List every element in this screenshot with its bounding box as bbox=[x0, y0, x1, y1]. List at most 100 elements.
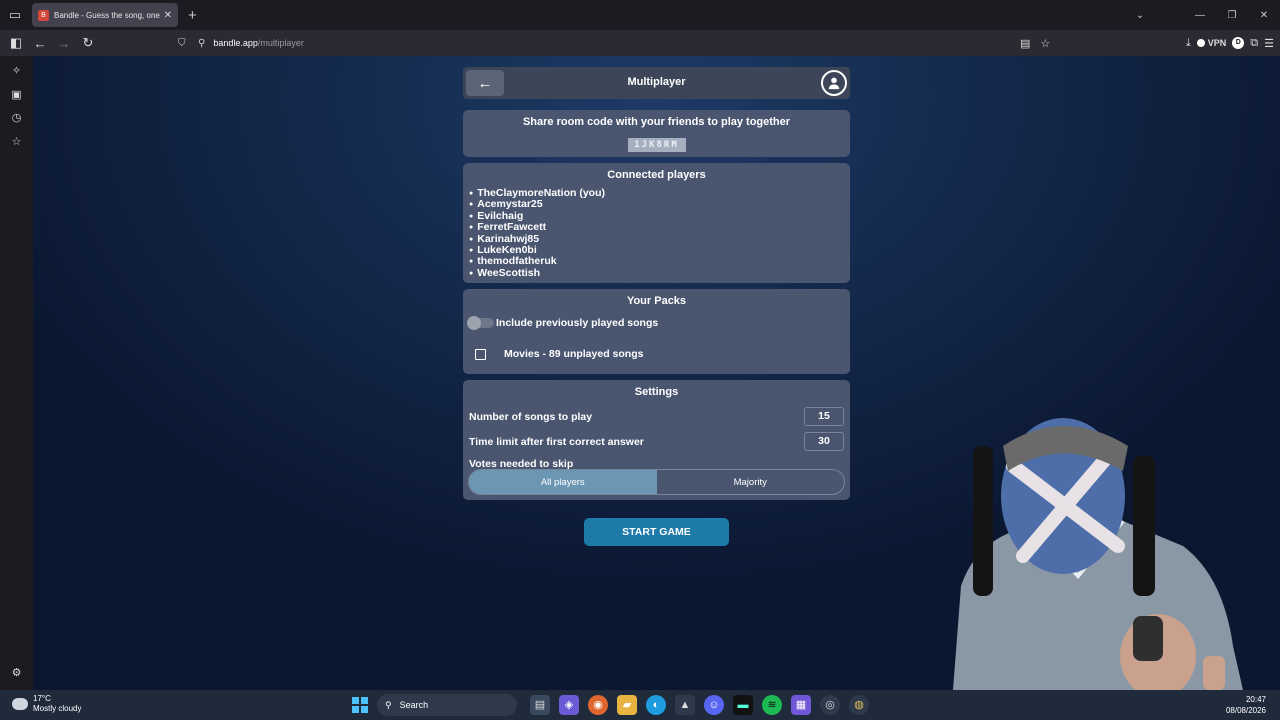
restore-icon[interactable]: ❐ bbox=[1216, 10, 1248, 21]
taskbar: 17°C Mostly cloudy ⚲ Search ▤ ◈ ◉ ▰ ◐ ▲ … bbox=[0, 690, 1280, 720]
terminal-icon[interactable]: ▬ bbox=[733, 695, 753, 715]
obs-icon[interactable]: ◎ bbox=[820, 695, 840, 715]
ai-sparkle-icon[interactable]: ✧ bbox=[9, 64, 24, 79]
bookmark-star-icon[interactable]: ☆ bbox=[1040, 37, 1050, 50]
pack-row-movies: Movies - 89 unplayed songs bbox=[475, 348, 643, 360]
time-limit-input[interactable]: 30 bbox=[804, 432, 844, 451]
window-controls: ⌄ — ❐ ✕ bbox=[1124, 0, 1280, 30]
chevron-down-icon[interactable]: ⌄ bbox=[1124, 10, 1156, 21]
discord-icon[interactable]: ☺ bbox=[704, 695, 724, 715]
extensions-puzzle-icon[interactable]: ⧉ bbox=[1250, 37, 1258, 50]
user-icon bbox=[828, 77, 840, 90]
search-icon: ⚲ bbox=[385, 699, 392, 710]
search-label: Search bbox=[399, 700, 429, 710]
app-icon[interactable]: ▲ bbox=[675, 695, 695, 715]
votes-option-majority[interactable]: Majority bbox=[657, 470, 845, 494]
back-arrow-icon[interactable]: ← bbox=[28, 31, 52, 55]
time-limit-label: Time limit after first correct answer bbox=[469, 435, 644, 448]
your-packs-card: Your Packs Include previously played son… bbox=[463, 289, 850, 374]
reload-icon[interactable]: ↻ bbox=[76, 31, 100, 55]
tab-bar: ▭ B Bandle - Guess the song, one in ✕ + … bbox=[0, 0, 1280, 30]
votes-segmented-control: All players Majority bbox=[468, 469, 845, 495]
close-window-icon[interactable]: ✕ bbox=[1248, 10, 1280, 21]
extension-d-icon[interactable]: D bbox=[1232, 37, 1245, 49]
start-game-button[interactable]: START GAME bbox=[584, 518, 729, 546]
votes-option-all-players[interactable]: All players bbox=[469, 470, 657, 494]
weather-widget[interactable]: 17°C Mostly cloudy bbox=[12, 694, 81, 714]
num-songs-row: Number of songs to play 15 bbox=[469, 407, 844, 426]
close-tab-icon[interactable]: ✕ bbox=[164, 10, 172, 21]
include-played-toggle[interactable] bbox=[467, 316, 494, 330]
url-actions: ▤ ☆ bbox=[1020, 30, 1050, 56]
list-item: Acemystar25 bbox=[469, 198, 850, 210]
num-songs-label: Number of songs to play bbox=[469, 410, 593, 423]
vpn-button[interactable]: VPN bbox=[1196, 38, 1227, 48]
file-explorer-icon[interactable]: ▰ bbox=[617, 695, 637, 715]
clock-date: 08/08/2026 bbox=[1225, 706, 1266, 715]
download-icon[interactable]: ⤓ bbox=[1186, 37, 1191, 50]
permissions-icon[interactable]: ⚲ bbox=[198, 38, 205, 49]
include-played-label: Include previously played songs bbox=[496, 317, 659, 329]
grid-app-icon[interactable]: ▦ bbox=[791, 695, 811, 715]
cloud-icon bbox=[12, 698, 28, 710]
task-view-icon[interactable]: ▤ bbox=[530, 695, 550, 715]
reader-mode-icon[interactable]: ▤ bbox=[1020, 37, 1030, 50]
profile-button[interactable] bbox=[821, 70, 847, 96]
taskbar-clock[interactable]: 20:47 08/08/2026 bbox=[1226, 694, 1266, 716]
packs-title: Your Packs bbox=[626, 295, 687, 307]
nav-bar: ◧ ← → ↻ ⛉ ⚲ bandle.app/multiplayer ▤ ☆ ⤓… bbox=[0, 30, 1280, 56]
tab-bandle[interactable]: B Bandle - Guess the song, one in ✕ bbox=[32, 3, 178, 27]
synced-tabs-icon[interactable]: ▣ bbox=[9, 88, 24, 103]
players-title: Connected players bbox=[607, 169, 706, 181]
history-clock-icon[interactable]: ◷ bbox=[9, 111, 24, 126]
header-bar: ← Multiplayer bbox=[463, 67, 850, 99]
taskbar-search[interactable]: ⚲ Search bbox=[377, 694, 517, 716]
windows-start-icon[interactable] bbox=[352, 697, 368, 713]
weather-condition: Mostly cloudy bbox=[33, 704, 82, 713]
player-list: TheClaymoreNation (you) Acemystar25 Evil… bbox=[469, 187, 850, 279]
clock-time: 20:47 bbox=[1245, 695, 1266, 704]
room-code[interactable]: 1JK8RM bbox=[627, 138, 686, 152]
connected-players-card: Connected players TheClaymoreNation (you… bbox=[463, 163, 850, 283]
list-item: WeeScottish bbox=[469, 267, 850, 279]
forward-arrow-icon[interactable]: → bbox=[52, 31, 76, 55]
menu-icon[interactable]: ☰ bbox=[1264, 37, 1274, 50]
taskbar-apps: ▤ ◈ ◉ ▰ ◐ ▲ ☺ ▬ ≋ ▦ ◎ ◍ bbox=[530, 695, 869, 715]
share-title: Share room code with your friends to pla… bbox=[522, 116, 791, 128]
copilot-icon[interactable]: ◈ bbox=[559, 695, 579, 715]
game-app-icon[interactable]: ◍ bbox=[849, 695, 869, 715]
pack-movies-label: Movies - 89 unplayed songs bbox=[504, 348, 644, 360]
new-tab-icon[interactable]: + bbox=[188, 7, 197, 24]
url-path: /multiplayer bbox=[257, 38, 304, 48]
tab-title: Bandle - Guess the song, one in bbox=[54, 10, 160, 20]
firefox-icon[interactable]: ◉ bbox=[588, 695, 608, 715]
time-limit-row: Time limit after first correct answer 30 bbox=[469, 432, 844, 451]
weather-temp: 17°C bbox=[33, 694, 51, 703]
share-room-card: Share room code with your friends to pla… bbox=[463, 110, 850, 157]
list-item: FerretFawcett bbox=[469, 221, 850, 233]
sidebar-toggle-icon[interactable]: ◧ bbox=[4, 31, 28, 55]
page-content: ← Multiplayer Share room code with your … bbox=[33, 56, 1280, 690]
vpn-icon bbox=[1196, 39, 1205, 47]
url-bar[interactable]: ⛉ ⚲ bandle.app/multiplayer bbox=[178, 38, 304, 49]
edge-icon[interactable]: ◐ bbox=[646, 695, 666, 715]
minimize-icon[interactable]: — bbox=[1184, 10, 1216, 21]
include-played-row: Include previously played songs bbox=[467, 316, 659, 330]
num-songs-input[interactable]: 15 bbox=[804, 407, 844, 426]
shield-icon[interactable]: ⛉ bbox=[178, 38, 190, 49]
toggle-knob bbox=[467, 316, 481, 330]
page-title: Multiplayer bbox=[627, 76, 686, 88]
tab-list-icon[interactable]: ▭ bbox=[0, 0, 30, 30]
bandle-favicon-icon: B bbox=[38, 9, 49, 21]
toolbar-right: ⤓ VPN D ⧉ ☰ bbox=[1186, 30, 1274, 56]
spotify-icon[interactable]: ≋ bbox=[762, 695, 782, 715]
url-host: bandle.app bbox=[213, 38, 258, 48]
webcam-overlay bbox=[953, 418, 1243, 690]
settings-gear-icon[interactable]: ⚙ bbox=[9, 666, 24, 681]
settings-title: Settings bbox=[634, 386, 679, 398]
vpn-label: VPN bbox=[1207, 38, 1227, 48]
pack-movies-checkbox[interactable] bbox=[475, 348, 486, 360]
browser-sidebar: ✧ ▣ ◷ ☆ ⚙ bbox=[0, 56, 33, 690]
settings-card: Settings Number of songs to play 15 Time… bbox=[463, 380, 850, 500]
bookmarks-star-icon[interactable]: ☆ bbox=[9, 135, 24, 150]
